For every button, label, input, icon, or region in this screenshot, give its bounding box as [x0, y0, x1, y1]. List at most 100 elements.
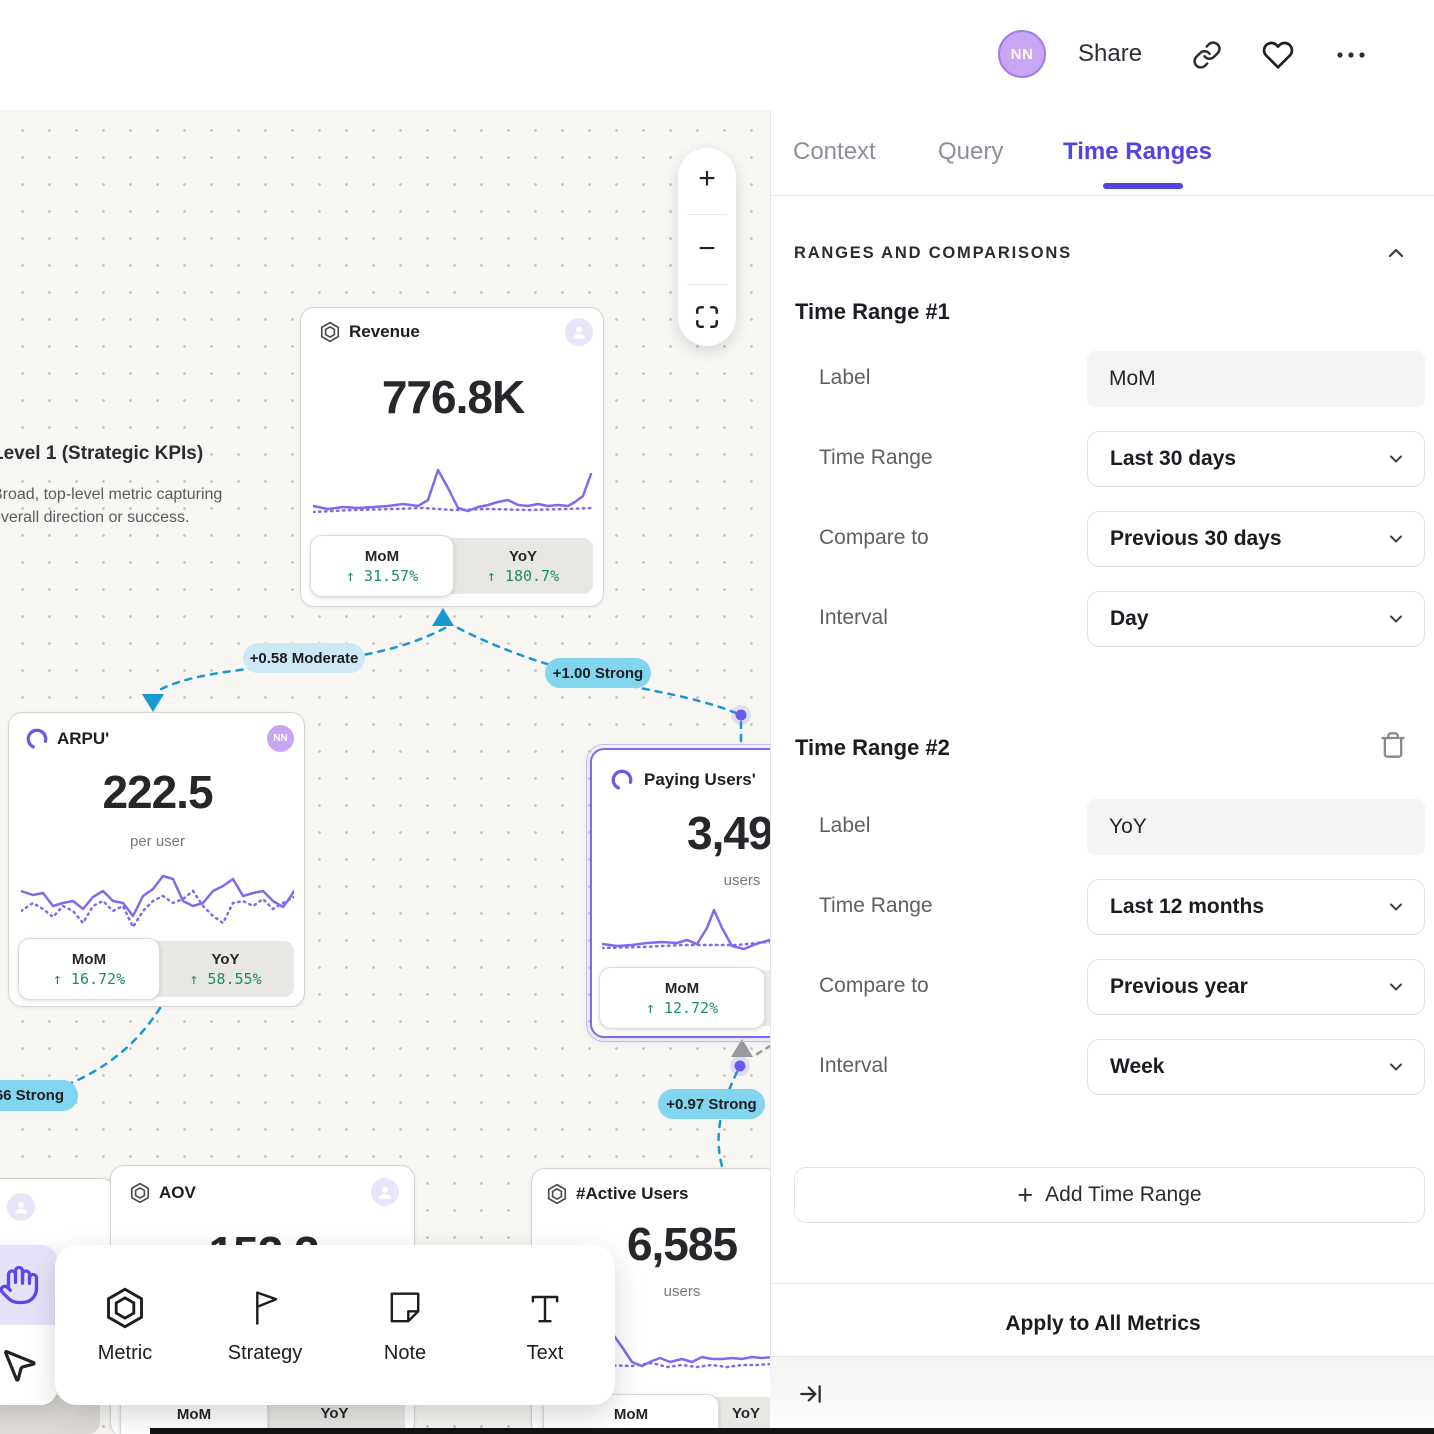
segment-mom-active[interactable]: MoM ↑ 16.72%	[18, 938, 160, 1000]
share-label: Share	[1078, 40, 1142, 67]
text-icon	[523, 1286, 567, 1330]
time-range-2-label-input[interactable]: YoY	[1087, 799, 1425, 855]
correlation-text: 66 Strong	[0, 1087, 64, 1104]
metric-value: 222.5	[9, 765, 306, 819]
tool-label: Text	[527, 1342, 564, 1365]
hand-tool-button[interactable]	[0, 1245, 57, 1325]
segment-label: YoY	[509, 548, 537, 565]
add-text-button[interactable]: Text	[475, 1245, 615, 1405]
comparison-toggle: MoM ↑ 12.72%	[602, 970, 770, 1026]
add-metric-button[interactable]: Metric	[55, 1245, 195, 1405]
correlation-label-revenue-paying[interactable]: +1.00 Strong	[545, 658, 651, 688]
card-title: AOV	[159, 1183, 196, 1203]
add-time-range-label: Add Time Range	[1045, 1183, 1201, 1207]
segment-value: ↑ 16.72%	[53, 970, 125, 988]
correlation-label-arpu[interactable]: 66 Strong	[0, 1080, 78, 1111]
collapse-section-chevron-icon[interactable]	[1384, 241, 1408, 265]
group-note-desc-line1: Broad, top-level metric capturing	[0, 483, 252, 506]
segment-label: MoM	[614, 1406, 648, 1423]
metric-hexagon-icon	[319, 321, 341, 343]
active-tab-indicator	[1103, 183, 1183, 189]
group-note: Level 1 (Strategic KPIs) Broad, top-leve…	[0, 443, 252, 529]
segment-value: ↑ 31.57%	[346, 567, 418, 585]
segment-yoy[interactable]: YoY ↑ 58.55%	[157, 941, 294, 997]
time-range-2-compare-select[interactable]: Previous year	[1087, 959, 1425, 1015]
share-button[interactable]: Share	[1078, 40, 1142, 68]
add-time-range-button[interactable]: + Add Time Range	[794, 1167, 1425, 1223]
select-value: Previous year	[1110, 975, 1386, 999]
input-value: MoM	[1109, 367, 1156, 391]
correlation-label-active-paying[interactable]: +0.97 Strong	[658, 1089, 765, 1119]
owner-avatar-placeholder[interactable]	[7, 1193, 35, 1221]
chevron-down-icon	[1386, 1057, 1406, 1077]
zoom-out-button[interactable]: −	[698, 234, 716, 264]
metric-card-revenue[interactable]: Revenue 776.8K YoY ↑ 180.7% MoM ↑ 31.57%	[300, 307, 604, 607]
segment-value: ↑ 180.7%	[487, 567, 559, 585]
segment-label: YoY	[320, 1405, 348, 1422]
tab-context[interactable]: Context	[793, 138, 876, 166]
section-ranges-comparisons: RANGES AND COMPARISONS	[794, 244, 1072, 263]
field-label: Label	[819, 366, 870, 390]
time-range-2-heading: Time Range #2	[795, 735, 950, 761]
metric-unit: per user	[9, 833, 306, 850]
note-icon	[383, 1286, 427, 1330]
add-note-button[interactable]: Note	[335, 1245, 475, 1405]
divider	[771, 1283, 1434, 1284]
time-range-1-interval-select[interactable]: Day	[1087, 591, 1425, 647]
correlation-text: +0.97 Strong	[666, 1096, 756, 1113]
person-icon	[570, 323, 588, 341]
user-avatar-initials: NN	[1011, 46, 1034, 63]
comparison-toggle: YoY ↑ 58.55% MoM ↑ 16.72%	[21, 941, 294, 997]
favorite-heart-icon[interactable]	[1262, 39, 1294, 71]
select-value: Week	[1110, 1055, 1386, 1079]
segment-mom-active[interactable]: MoM ↑ 12.72%	[599, 967, 765, 1029]
metric-tree-canvas[interactable]: +0.58 Moderate +1.00 Strong 66 Strong +0…	[0, 110, 770, 1434]
time-range-2-interval-select[interactable]: Week	[1087, 1039, 1425, 1095]
metric-card-paying-users[interactable]: Paying Users' 3,49 users MoM ↑ 12.72%	[590, 748, 770, 1038]
correlation-label-revenue-arpu[interactable]: +0.58 Moderate	[243, 643, 365, 673]
hand-icon	[0, 1264, 40, 1306]
select-tool-button[interactable]	[0, 1325, 57, 1405]
chevron-down-icon	[1386, 977, 1406, 997]
divider	[687, 284, 727, 285]
node-toolbar: Metric Strategy Note Text	[55, 1245, 615, 1405]
segment-value: ↑ 58.55%	[189, 970, 261, 988]
time-range-1-label-input[interactable]: MoM	[1087, 351, 1425, 407]
time-range-1-range-select[interactable]: Last 30 days	[1087, 431, 1425, 487]
add-strategy-button[interactable]: Strategy	[195, 1245, 335, 1405]
collapse-panel-icon[interactable]	[798, 1381, 824, 1407]
field-label: Compare to	[819, 974, 929, 998]
segment-label: MoM	[665, 980, 699, 997]
card-title: Paying Users'	[644, 770, 756, 790]
segment-label: MoM	[177, 1406, 211, 1423]
segment-label: MoM	[72, 951, 106, 968]
tab-query[interactable]: Query	[938, 138, 1003, 166]
tool-label: Strategy	[228, 1342, 302, 1365]
tab-time-ranges[interactable]: Time Ranges	[1063, 138, 1212, 166]
user-avatar[interactable]: NN	[998, 30, 1046, 78]
chevron-down-icon	[1386, 449, 1406, 469]
tab-label: Query	[938, 138, 1003, 165]
apply-all-metrics-button[interactable]: Apply to All Metrics	[771, 1312, 1434, 1336]
owner-avatar-placeholder[interactable]	[371, 1178, 399, 1206]
metric-card-arpu[interactable]: ARPU' NN 222.5 per user YoY ↑ 58.55% MoM…	[8, 712, 305, 1007]
time-range-1-compare-select[interactable]: Previous 30 days	[1087, 511, 1425, 567]
cursor-arrow-icon	[0, 1345, 39, 1385]
card-title: #Active Users	[576, 1184, 688, 1204]
segment-yoy[interactable]: YoY ↑ 180.7%	[453, 538, 593, 594]
top-header: NN Share	[0, 0, 1434, 110]
segment-mom-active[interactable]: MoM ↑ 31.57%	[310, 535, 454, 597]
fit-view-icon[interactable]	[694, 304, 720, 330]
owner-avatar-placeholder[interactable]	[565, 318, 593, 346]
panel-footer-bar	[770, 1356, 1434, 1428]
more-options-icon[interactable]	[1334, 42, 1368, 68]
metric-hexagon-icon	[103, 1286, 147, 1330]
canvas-tool-rail	[0, 1245, 57, 1405]
time-range-2-range-select[interactable]: Last 12 months	[1087, 879, 1425, 935]
zoom-in-button[interactable]: +	[698, 164, 716, 194]
card-title: ARPU'	[57, 729, 109, 749]
card-title: Revenue	[349, 322, 420, 342]
copy-link-icon[interactable]	[1192, 40, 1222, 70]
collaborator-avatar[interactable]: NN	[267, 725, 294, 752]
delete-time-range-icon[interactable]	[1379, 731, 1407, 759]
